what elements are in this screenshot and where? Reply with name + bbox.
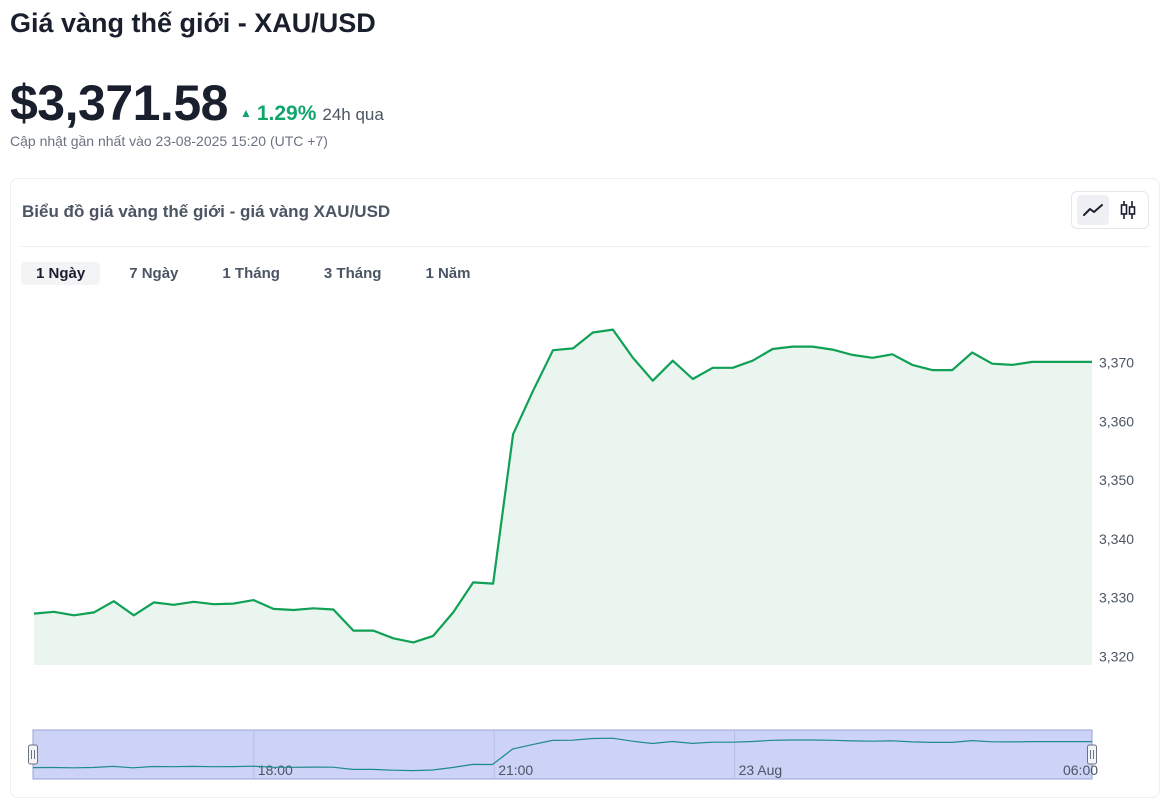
y-tick-label: 3,360	[1099, 413, 1134, 429]
y-tick-label: 3,370	[1099, 355, 1134, 371]
navigator-tick-label: 23 Aug	[739, 762, 783, 778]
navigator-selection[interactable]	[32, 729, 1093, 780]
y-tick-label: 3,340	[1099, 531, 1134, 547]
navigator-right-handle[interactable]	[1087, 744, 1097, 765]
navigator-left-handle[interactable]	[28, 744, 38, 765]
price-chart: 3,320 3,330 3,340 3,350 3,360 3,370 18:00 21:00…	[28, 328, 1134, 780]
price-area	[34, 329, 1092, 665]
y-tick-label: 3,350	[1099, 472, 1134, 488]
y-tick-label: 3,330	[1099, 590, 1134, 606]
navigator-tick-label: 18:00	[258, 762, 293, 778]
navigator-tick-label: 21:00	[498, 762, 533, 778]
range-navigator[interactable]: 18:00 21:00 23 Aug 06:00	[28, 729, 1099, 780]
y-tick-label: 3,320	[1099, 649, 1134, 665]
